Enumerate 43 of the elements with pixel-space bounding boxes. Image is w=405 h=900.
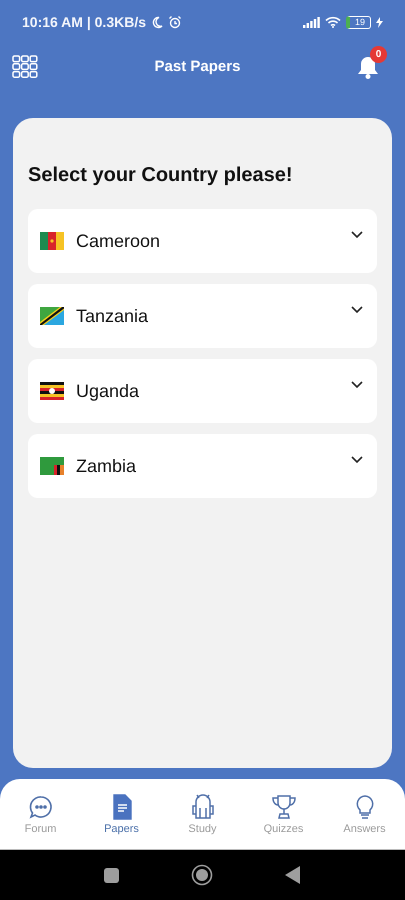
flag-icon: [40, 382, 64, 400]
section-heading: Select your Country please!: [28, 164, 294, 187]
nav-icon: [190, 794, 216, 820]
flag-icon: [40, 457, 64, 475]
country-dropdown[interactable]: Cameroon: [28, 209, 377, 273]
chevron-down-icon: [351, 306, 363, 314]
home-button[interactable]: [191, 864, 213, 886]
country-dropdown[interactable]: Uganda: [28, 359, 377, 423]
country-name: Zambia: [76, 456, 138, 476]
nav-label: Study: [188, 822, 217, 834]
nav-tab[interactable]: Answers: [330, 794, 400, 834]
flag-icon: [40, 232, 64, 250]
battery-indicator: 19: [346, 16, 371, 28]
page-title: Past Papers: [154, 58, 240, 75]
nav-label: Answers: [343, 822, 386, 834]
flag-icon: [40, 307, 64, 325]
country-dropdown[interactable]: Tanzania: [28, 284, 377, 348]
nav-label: Forum: [24, 822, 56, 834]
wifi-icon: [324, 16, 341, 28]
country-name: Cameroon: [76, 230, 162, 252]
country-dropdown[interactable]: Zambia: [28, 434, 377, 498]
signal-icon: [302, 16, 320, 28]
recents-button[interactable]: [104, 868, 119, 882]
chevron-down-icon: [351, 381, 363, 389]
chevron-down-icon: [351, 456, 363, 464]
country-name: Uganda: [76, 380, 140, 402]
charging-icon: [376, 16, 383, 28]
alarm-icon: [168, 15, 182, 29]
nav-tab[interactable]: Study: [168, 794, 238, 834]
nav-icon: [28, 794, 54, 820]
nav-label: Papers: [104, 822, 139, 834]
menu-icon[interactable]: [12, 54, 38, 78]
nav-label: Quizzes: [264, 822, 304, 834]
status-time: 10:16 AM | 0.3KB/s: [22, 14, 146, 30]
notification-badge: 0: [370, 46, 387, 62]
nav-icon: [270, 794, 296, 820]
chevron-down-icon: [351, 231, 363, 239]
nav-tab[interactable]: Papers: [86, 794, 156, 834]
moon-icon: [151, 16, 164, 28]
nav-tab[interactable]: Forum: [6, 794, 76, 834]
nav-tab[interactable]: Quizzes: [248, 794, 318, 834]
country-name: Tanzania: [76, 306, 150, 326]
back-button[interactable]: [285, 866, 301, 884]
